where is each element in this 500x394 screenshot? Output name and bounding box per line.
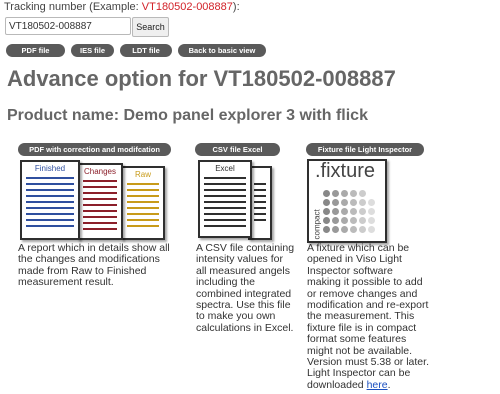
csv-documents-icon[interactable]: Excel [196,160,276,240]
csv-excel-header[interactable]: CSV file Excel [195,143,280,156]
raw-document-icon: Raw [121,166,165,240]
ies-file-button[interactable]: IES file [71,44,114,57]
pdf-documents-icon[interactable]: Raw Changes Finished [18,160,173,240]
tracking-label: Tracking number (Example: VT180502-00888… [4,1,240,13]
excel-document-icon: Excel [198,160,252,238]
raw-document-label: Raw [134,170,151,179]
fixture-file-icon[interactable]: .fixture compact [307,159,387,243]
pdf-correction-header[interactable]: PDF with correction and modifcation [18,143,171,156]
page-title: Advance option for VT180502-008887 [7,66,396,91]
finished-document-label: Finished [34,164,66,173]
download-here-link[interactable]: here [367,379,388,391]
pdf-file-button[interactable]: PDF file [6,44,65,57]
finished-document-icon: Finished [20,160,80,240]
tracking-example: VT180502-008887 [141,1,233,13]
pdf-description: A report which in details show all the c… [18,242,170,289]
back-to-basic-view-button[interactable]: Back to basic view [178,44,266,57]
csv-description: A CSV file containing intensity values f… [196,242,295,334]
fixture-dot-grid-icon [323,190,383,238]
search-button[interactable]: Search [132,17,169,37]
fixture-light-inspector-header[interactable]: Fixture file Light Inspector [306,143,424,156]
ldt-file-button[interactable]: LDT file [120,44,172,57]
product-name: Product name: Demo panel explorer 3 with… [7,107,368,124]
fixture-description: A fixture which can be opened in Viso Li… [307,242,429,391]
tracking-number-input[interactable] [5,17,131,35]
fixture-icon-compact-label: compact [312,209,322,240]
changes-document-label: Changes [83,167,117,176]
changes-document-icon: Changes [77,163,123,240]
fixture-icon-text: .fixture [315,160,376,182]
excel-document-label: Excel [215,164,235,173]
